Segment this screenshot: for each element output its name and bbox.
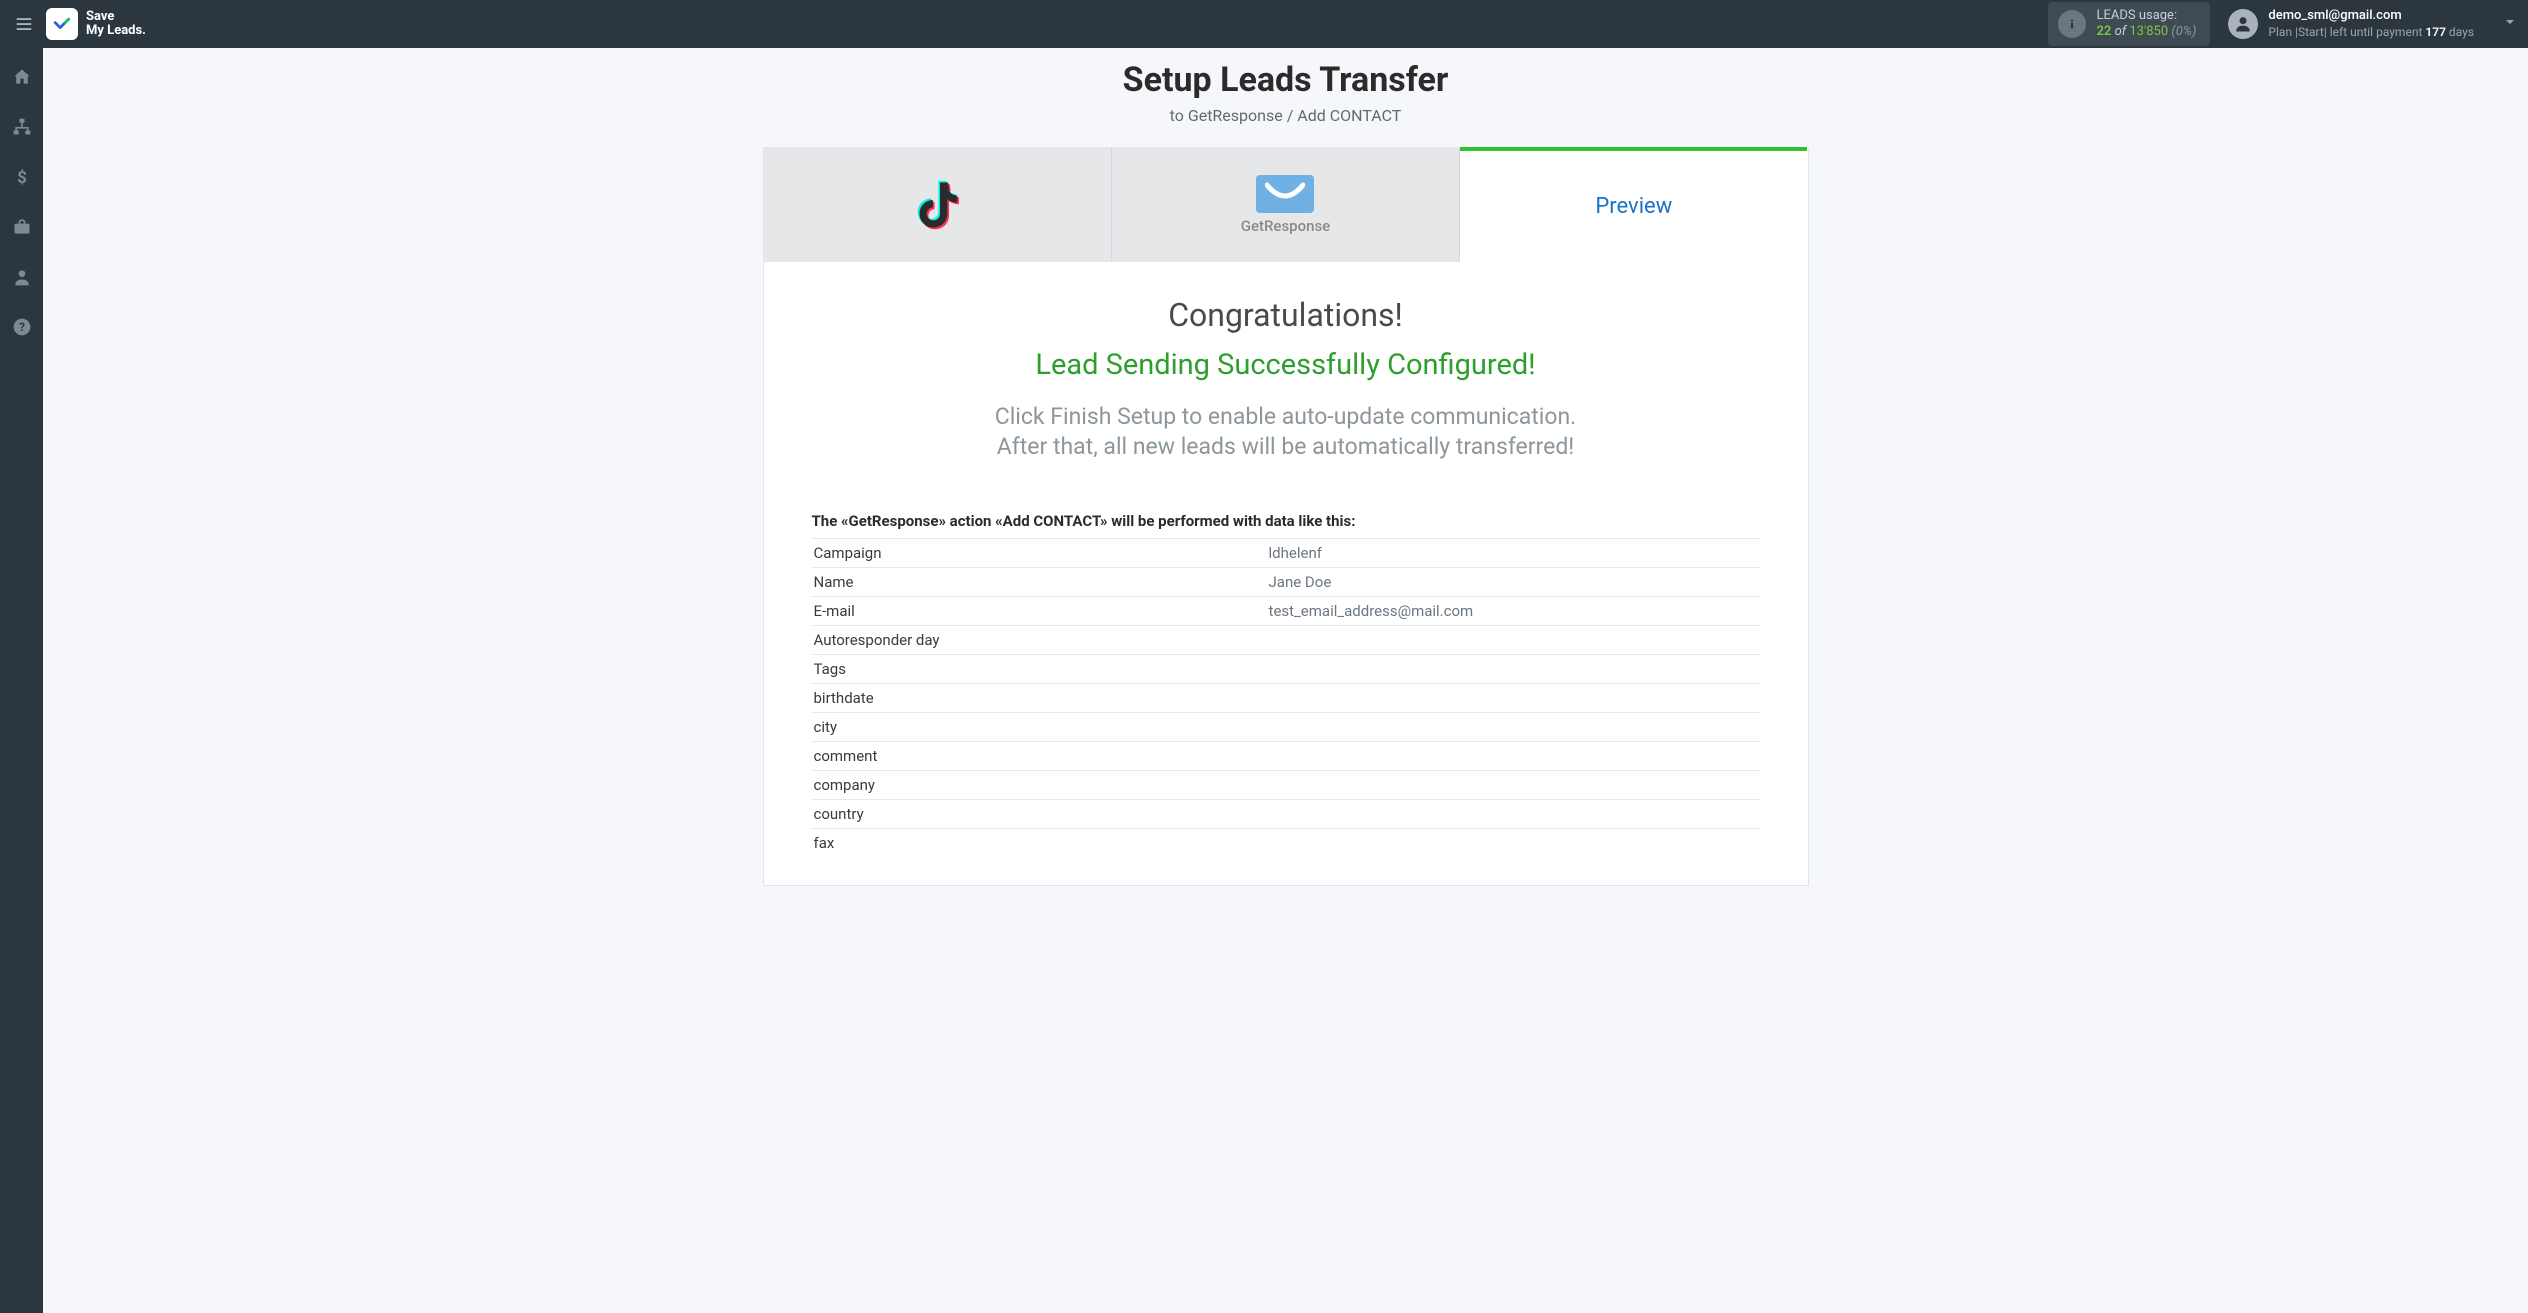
- data-preview-intro: The «GetResponse» action «Add CONTACT» w…: [812, 512, 1760, 530]
- sidebar: $ ?: [0, 48, 43, 1313]
- instruction-text: Click Finish Setup to enable auto-update…: [812, 402, 1760, 462]
- usage-label: LEADS usage:: [2096, 8, 2196, 24]
- tab-destination[interactable]: GetResponse: [1112, 147, 1460, 262]
- sidebar-item-tools[interactable]: [7, 212, 37, 242]
- tiktok-icon: [910, 178, 964, 232]
- data-preview-table: CampaignldhelenfNameJane DoeE-mailtest_e…: [812, 538, 1760, 857]
- field-value: [1267, 770, 1760, 799]
- table-row: country: [812, 799, 1760, 828]
- field-key: comment: [812, 741, 1267, 770]
- field-key: country: [812, 799, 1267, 828]
- field-key: company: [812, 770, 1267, 799]
- table-row: fax: [812, 828, 1760, 857]
- user-email: demo_sml@gmail.com: [2268, 8, 2474, 25]
- field-value: test_email_address@mail.com: [1267, 596, 1760, 625]
- field-value: [1267, 828, 1760, 857]
- field-key: birthdate: [812, 683, 1267, 712]
- table-row: city: [812, 712, 1760, 741]
- table-row: Autoresponder day: [812, 625, 1760, 654]
- field-key: Name: [812, 567, 1267, 596]
- svg-text:?: ?: [19, 320, 25, 334]
- page-subtitle: to GetResponse / Add CONTACT: [43, 106, 2528, 125]
- topbar: Save My Leads. LEADS usage: 22 of 13'850…: [0, 0, 2528, 48]
- smile-icon: [1265, 181, 1305, 207]
- sidebar-item-help[interactable]: ?: [7, 312, 37, 342]
- field-key: fax: [812, 828, 1267, 857]
- tab-preview-label: Preview: [1595, 194, 1672, 219]
- tab-preview[interactable]: Preview: [1460, 147, 1807, 262]
- table-row: NameJane Doe: [812, 567, 1760, 596]
- field-key: Tags: [812, 654, 1267, 683]
- user-icon: [12, 267, 32, 287]
- briefcase-icon: [12, 217, 32, 237]
- sidebar-item-connections[interactable]: [7, 112, 37, 142]
- menu-toggle[interactable]: [10, 10, 38, 38]
- congrats-heading: Congratulations!: [812, 296, 1760, 334]
- table-row: Tags: [812, 654, 1760, 683]
- user-menu[interactable]: demo_sml@gmail.com Plan |Start| left unt…: [2228, 8, 2518, 40]
- hamburger-icon: [14, 14, 34, 34]
- success-heading: Lead Sending Successfully Configured!: [812, 348, 1760, 382]
- sidebar-item-billing[interactable]: $: [7, 162, 37, 192]
- sidebar-item-home[interactable]: [7, 62, 37, 92]
- user-avatar-icon: [2228, 9, 2258, 39]
- wizard-card: GetResponse Preview Congratulations! Lea…: [763, 147, 1809, 886]
- logo-mark: [46, 8, 78, 40]
- info-icon: [2058, 10, 2086, 38]
- sidebar-item-account[interactable]: [7, 262, 37, 292]
- table-row: comment: [812, 741, 1760, 770]
- field-key: city: [812, 712, 1267, 741]
- field-value: Jane Doe: [1267, 567, 1760, 596]
- field-key: Campaign: [812, 538, 1267, 567]
- table-row: company: [812, 770, 1760, 799]
- field-value: [1267, 625, 1760, 654]
- brand-name: Save My Leads.: [86, 10, 146, 39]
- field-value: [1267, 741, 1760, 770]
- page-title: Setup Leads Transfer: [43, 60, 2528, 100]
- field-value: [1267, 654, 1760, 683]
- field-value: [1267, 712, 1760, 741]
- chevron-down-icon: [2502, 14, 2518, 34]
- home-icon: [12, 67, 32, 87]
- help-icon: ?: [12, 317, 32, 337]
- dollar-icon: $: [12, 167, 32, 187]
- field-key: Autoresponder day: [812, 625, 1267, 654]
- user-plan: Plan |Start| left until payment 177 days: [2268, 25, 2474, 41]
- leads-usage-widget: LEADS usage: 22 of 13'850 (0%): [2048, 2, 2210, 47]
- table-row: Campaignldhelenf: [812, 538, 1760, 567]
- field-value: [1267, 683, 1760, 712]
- getresponse-logo: GetResponse: [1241, 175, 1331, 235]
- wizard-tabs: GetResponse Preview: [764, 147, 1808, 262]
- checkmark-icon: [51, 13, 73, 35]
- sitemap-icon: [12, 117, 32, 137]
- tab-source[interactable]: [764, 147, 1112, 262]
- field-value: [1267, 799, 1760, 828]
- brand-logo[interactable]: Save My Leads.: [46, 8, 146, 40]
- table-row: E-mailtest_email_address@mail.com: [812, 596, 1760, 625]
- field-value: ldhelenf: [1267, 538, 1760, 567]
- svg-text:$: $: [17, 169, 27, 187]
- main-content: Setup Leads Transfer to GetResponse / Ad…: [43, 48, 2528, 1313]
- usage-values: 22 of 13'850 (0%): [2096, 24, 2196, 40]
- table-row: birthdate: [812, 683, 1760, 712]
- field-key: E-mail: [812, 596, 1267, 625]
